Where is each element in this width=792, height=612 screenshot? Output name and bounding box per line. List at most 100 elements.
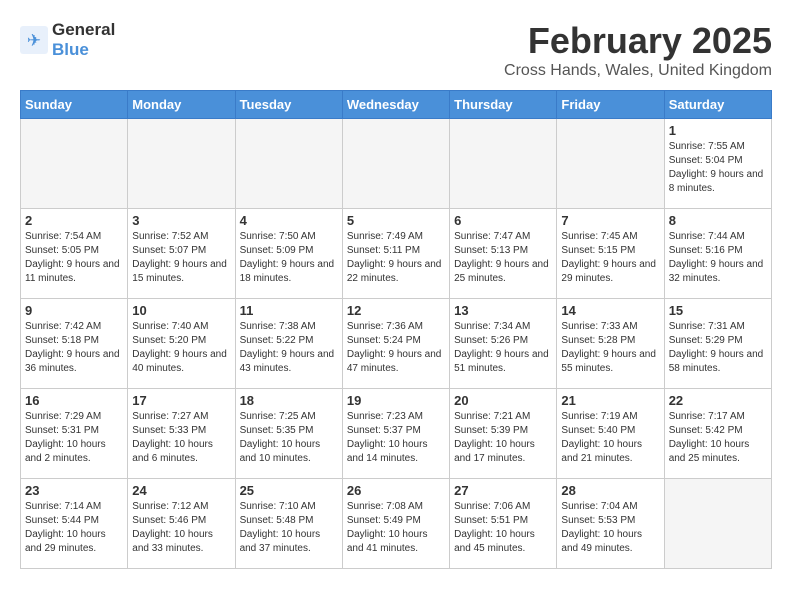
day-info: Sunrise: 7:33 AM Sunset: 5:28 PM Dayligh… [561,320,659,376]
day-number: 17 [132,393,230,408]
day-number: 21 [561,393,659,408]
day-number: 26 [347,483,445,498]
day-number: 14 [561,303,659,318]
day-number: 18 [240,393,338,408]
logo-general: General [52,20,115,39]
day-number: 23 [25,483,123,498]
day-info: Sunrise: 7:50 AM Sunset: 5:09 PM Dayligh… [240,230,338,286]
day-cell: 25 Sunrise: 7:10 AM Sunset: 5:48 PM Dayli… [235,479,342,569]
day-info: Sunrise: 7:25 AM Sunset: 5:35 PM Dayligh… [240,410,338,466]
logo-icon: ✈ [20,26,48,54]
day-cell: 6 Sunrise: 7:47 AM Sunset: 5:13 PM Daylig… [450,209,557,299]
day-cell: 15 Sunrise: 7:31 AM Sunset: 5:29 PM Dayli… [664,299,771,389]
day-cell: 23 Sunrise: 7:14 AM Sunset: 5:44 PM Dayli… [21,479,128,569]
day-info: Sunrise: 7:55 AM Sunset: 5:04 PM Dayligh… [669,140,767,196]
logo-blue: Blue [52,40,89,59]
day-cell: 10 Sunrise: 7:40 AM Sunset: 5:20 PM Dayli… [128,299,235,389]
calendar-header: ✈ General Blue February 2025 Cross Hands… [20,20,772,80]
calendar-table: SundayMondayTuesdayWednesdayThursdayFrid… [20,90,772,569]
day-number: 6 [454,213,552,228]
day-number: 11 [240,303,338,318]
day-number: 10 [132,303,230,318]
day-cell: 16 Sunrise: 7:29 AM Sunset: 5:31 PM Dayli… [21,389,128,479]
calendar-title: February 2025 [504,20,772,62]
svg-text:✈: ✈ [27,31,41,50]
day-cell: 2 Sunrise: 7:54 AM Sunset: 5:05 PM Daylig… [21,209,128,299]
day-info: Sunrise: 7:23 AM Sunset: 5:37 PM Dayligh… [347,410,445,466]
day-cell: 7 Sunrise: 7:45 AM Sunset: 5:15 PM Daylig… [557,209,664,299]
day-cell: 13Sunrise: 7:34 AM Sunset: 5:26 PM Dayli… [450,299,557,389]
day-cell [21,119,128,209]
day-number: 7 [561,213,659,228]
day-cell [664,479,771,569]
day-info: Sunrise: 7:40 AM Sunset: 5:20 PM Dayligh… [132,320,230,376]
day-info: Sunrise: 7:04 AM Sunset: 5:53 PM Dayligh… [561,500,659,556]
day-number: 24 [132,483,230,498]
day-number: 5 [347,213,445,228]
day-cell: 1 Sunrise: 7:55 AM Sunset: 5:04 PM Daylig… [664,119,771,209]
day-info: Sunrise: 7:27 AM Sunset: 5:33 PM Dayligh… [132,410,230,466]
week-row-5: 23 Sunrise: 7:14 AM Sunset: 5:44 PM Dayli… [21,479,772,569]
day-number: 13 [454,303,552,318]
day-cell: 20Sunrise: 7:21 AM Sunset: 5:39 PM Dayli… [450,389,557,479]
logo: ✈ General Blue [20,20,115,60]
day-info: Sunrise: 7:49 AM Sunset: 5:11 PM Dayligh… [347,230,445,286]
day-info: Sunrise: 7:12 AM Sunset: 5:46 PM Dayligh… [132,500,230,556]
day-number: 19 [347,393,445,408]
day-cell: 22 Sunrise: 7:17 AM Sunset: 5:42 PM Dayli… [664,389,771,479]
day-info: Sunrise: 7:44 AM Sunset: 5:16 PM Dayligh… [669,230,767,286]
day-cell: 12Sunrise: 7:36 AM Sunset: 5:24 PM Dayli… [342,299,449,389]
week-row-2: 2 Sunrise: 7:54 AM Sunset: 5:05 PM Daylig… [21,209,772,299]
weekday-header-friday: Friday [557,91,664,119]
day-cell: 5 Sunrise: 7:49 AM Sunset: 5:11 PM Daylig… [342,209,449,299]
day-info: Sunrise: 7:14 AM Sunset: 5:44 PM Dayligh… [25,500,123,556]
day-cell: 18 Sunrise: 7:25 AM Sunset: 5:35 PM Dayli… [235,389,342,479]
calendar-subtitle: Cross Hands, Wales, United Kingdom [504,62,772,80]
day-number: 8 [669,213,767,228]
day-number: 2 [25,213,123,228]
day-number: 27 [454,483,552,498]
weekday-header-row: SundayMondayTuesdayWednesdayThursdayFrid… [21,91,772,119]
day-info: Sunrise: 7:52 AM Sunset: 5:07 PM Dayligh… [132,230,230,286]
weekday-header-tuesday: Tuesday [235,91,342,119]
day-number: 12 [347,303,445,318]
weekday-header-thursday: Thursday [450,91,557,119]
day-info: Sunrise: 7:47 AM Sunset: 5:13 PM Dayligh… [454,230,552,286]
week-row-4: 16 Sunrise: 7:29 AM Sunset: 5:31 PM Dayli… [21,389,772,479]
week-row-3: 9 Sunrise: 7:42 AM Sunset: 5:18 PM Daylig… [21,299,772,389]
day-number: 3 [132,213,230,228]
day-info: Sunrise: 7:17 AM Sunset: 5:42 PM Dayligh… [669,410,767,466]
day-cell: 3 Sunrise: 7:52 AM Sunset: 5:07 PM Daylig… [128,209,235,299]
day-number: 16 [25,393,123,408]
day-cell: 19 Sunrise: 7:23 AM Sunset: 5:37 PM Dayli… [342,389,449,479]
day-info: Sunrise: 7:45 AM Sunset: 5:15 PM Dayligh… [561,230,659,286]
day-info: Sunrise: 7:06 AM Sunset: 5:51 PM Dayligh… [454,500,552,556]
day-cell: 11 Sunrise: 7:38 AM Sunset: 5:22 PM Dayli… [235,299,342,389]
day-number: 4 [240,213,338,228]
weekday-header-wednesday: Wednesday [342,91,449,119]
day-info: Sunrise: 7:19 AM Sunset: 5:40 PM Dayligh… [561,410,659,466]
day-cell: 9 Sunrise: 7:42 AM Sunset: 5:18 PM Daylig… [21,299,128,389]
day-cell: 8 Sunrise: 7:44 AM Sunset: 5:16 PM Daylig… [664,209,771,299]
day-number: 28 [561,483,659,498]
day-cell: 27 Sunrise: 7:06 AM Sunset: 5:51 PM Dayli… [450,479,557,569]
day-number: 1 [669,123,767,138]
day-info: Sunrise: 7:38 AM Sunset: 5:22 PM Dayligh… [240,320,338,376]
day-cell: 14 Sunrise: 7:33 AM Sunset: 5:28 PM Dayli… [557,299,664,389]
day-cell: 28 Sunrise: 7:04 AM Sunset: 5:53 PM Dayli… [557,479,664,569]
day-number: 20 [454,393,552,408]
day-cell: 4 Sunrise: 7:50 AM Sunset: 5:09 PM Daylig… [235,209,342,299]
day-info: Sunrise: 7:31 AM Sunset: 5:29 PM Dayligh… [669,320,767,376]
day-info: Sunrise: 7:54 AM Sunset: 5:05 PM Dayligh… [25,230,123,286]
day-info: Sunrise: 7:42 AM Sunset: 5:18 PM Dayligh… [25,320,123,376]
day-number: 15 [669,303,767,318]
day-info: Sunrise: 7:10 AM Sunset: 5:48 PM Dayligh… [240,500,338,556]
day-info: Sunrise: 7:29 AM Sunset: 5:31 PM Dayligh… [25,410,123,466]
day-cell: 17 Sunrise: 7:27 AM Sunset: 5:33 PM Dayli… [128,389,235,479]
week-row-1: 1 Sunrise: 7:55 AM Sunset: 5:04 PM Daylig… [21,119,772,209]
day-number: 9 [25,303,123,318]
day-cell: 26 Sunrise: 7:08 AM Sunset: 5:49 PM Dayli… [342,479,449,569]
day-info: Sunrise: 7:08 AM Sunset: 5:49 PM Dayligh… [347,500,445,556]
day-number: 25 [240,483,338,498]
day-number: 22 [669,393,767,408]
